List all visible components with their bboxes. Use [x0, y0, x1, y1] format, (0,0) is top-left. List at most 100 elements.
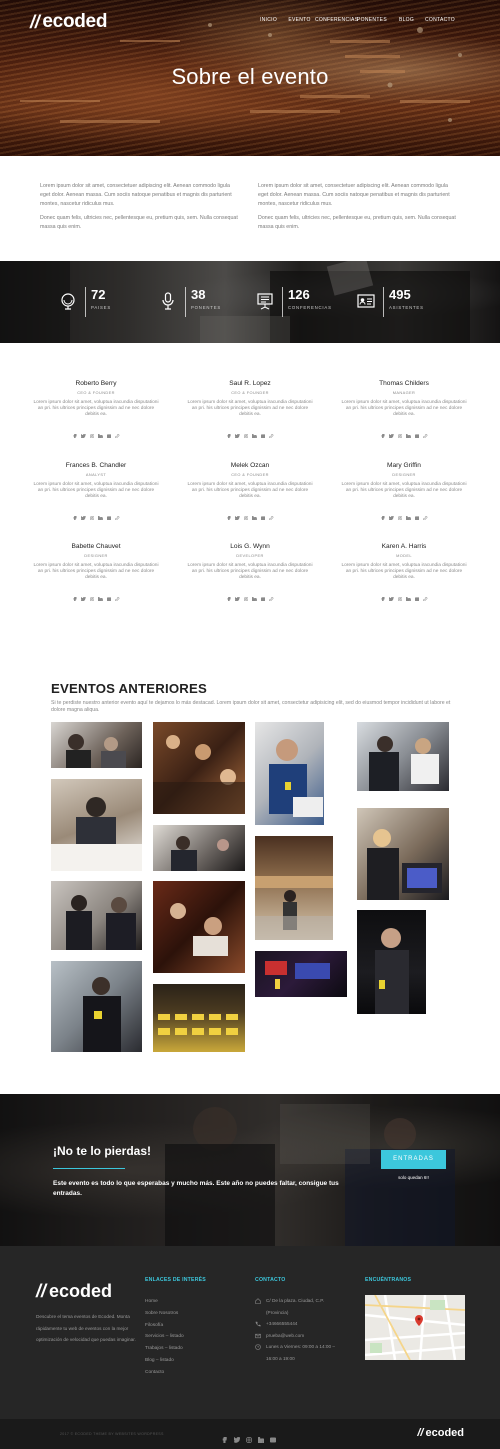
footer-logo[interactable]: // ecoded [36, 1281, 112, 1302]
linkedin-icon[interactable] [251, 588, 257, 602]
gallery-photo[interactable] [51, 779, 142, 871]
twitter-icon[interactable] [234, 507, 240, 520]
instagram-icon[interactable] [246, 1430, 252, 1443]
youtube-icon[interactable] [260, 425, 266, 438]
youtube-icon[interactable] [260, 507, 266, 520]
youtube-icon[interactable] [106, 588, 112, 601]
gallery-photo[interactable] [153, 722, 245, 814]
instagram-icon[interactable] [243, 507, 249, 520]
youtube-icon[interactable] [106, 425, 112, 438]
gallery-photo[interactable] [357, 722, 449, 791]
link-icon[interactable] [115, 588, 120, 601]
instagram-icon[interactable] [397, 588, 403, 601]
bottom-logo[interactable]: // ecoded [417, 1427, 464, 1439]
footer-link-philosophy[interactable]: Filosofía [145, 1320, 235, 1332]
instagram-icon[interactable] [243, 588, 249, 601]
facebook-icon[interactable] [73, 507, 78, 521]
footer-link-contact[interactable]: Contacto [145, 1367, 235, 1379]
link-icon[interactable] [115, 507, 120, 520]
nav-item-conferencias[interactable]: CONFERENCIAS [315, 17, 358, 23]
location-map[interactable] [365, 1295, 465, 1360]
twitter-icon[interactable] [388, 425, 394, 438]
footer-links-title: ENLACES DE INTERÉS [145, 1277, 206, 1283]
facebook-icon[interactable] [381, 507, 386, 521]
link-icon[interactable] [269, 588, 274, 601]
id-card-icon [357, 294, 375, 308]
nav-item-ponentes[interactable]: PONENTES [353, 17, 391, 23]
facebook-icon[interactable] [381, 588, 386, 602]
linkedin-icon[interactable] [405, 425, 411, 439]
linkedin-icon[interactable] [97, 425, 103, 439]
twitter-icon[interactable] [388, 507, 394, 520]
gallery-photo[interactable] [51, 961, 142, 1052]
gallery-photo[interactable] [357, 808, 449, 900]
linkedin-icon[interactable] [97, 507, 103, 521]
twitter-icon[interactable] [80, 425, 86, 438]
contact-phone-value[interactable]: +34666555444 [266, 1318, 297, 1330]
youtube-icon[interactable] [414, 588, 420, 601]
facebook-icon[interactable] [227, 588, 232, 602]
instagram-icon[interactable] [89, 507, 95, 520]
header-logo[interactable]: // ecoded [30, 11, 107, 33]
twitter-icon[interactable] [80, 588, 86, 601]
gallery-photo[interactable] [255, 722, 324, 825]
twitter-icon[interactable] [388, 588, 394, 601]
nav-item-evento[interactable]: EVENTO [284, 17, 315, 23]
twitter-icon[interactable] [234, 588, 240, 601]
youtube-icon[interactable] [106, 507, 112, 520]
twitter-icon[interactable] [80, 507, 86, 520]
gallery-photo[interactable] [357, 910, 426, 1014]
youtube-icon[interactable] [269, 1430, 277, 1443]
member-name: Lois G. Wynn [230, 543, 270, 550]
youtube-icon[interactable] [414, 507, 420, 520]
link-icon[interactable] [115, 425, 120, 438]
footer-link-works[interactable]: Trabajos – listado [145, 1343, 235, 1355]
facebook-icon[interactable] [381, 425, 386, 439]
link-icon[interactable] [423, 588, 428, 601]
link-icon[interactable] [269, 507, 274, 520]
youtube-icon[interactable] [260, 588, 266, 601]
gallery-photo[interactable] [51, 881, 142, 950]
nav-item-contacto[interactable]: CONTACTO [422, 17, 458, 23]
gallery-photo[interactable] [255, 836, 333, 940]
stat-countries: 72 PAISES [59, 287, 111, 323]
twitter-icon[interactable] [233, 1430, 241, 1443]
footer-link-home[interactable]: Home [145, 1296, 235, 1308]
instagram-icon[interactable] [89, 588, 95, 601]
tickets-button[interactable]: ENTRADAS [381, 1150, 446, 1169]
instagram-icon[interactable] [89, 425, 95, 438]
facebook-icon[interactable] [73, 425, 78, 439]
instagram-icon[interactable] [397, 425, 403, 438]
facebook-icon[interactable] [227, 507, 232, 521]
nav-item-inicio[interactable]: INICIO [253, 17, 284, 23]
contact-email-value[interactable]: prueba@web.com [266, 1330, 304, 1342]
twitter-icon[interactable] [234, 425, 240, 438]
nav-item-blog[interactable]: BLOG [391, 17, 422, 23]
facebook-icon[interactable] [73, 588, 78, 602]
linkedin-icon[interactable] [405, 588, 411, 602]
gallery-photo[interactable] [153, 825, 245, 871]
footer-link-services[interactable]: Servicios – listado [145, 1331, 235, 1343]
link-icon[interactable] [423, 507, 428, 520]
gallery-photo[interactable] [153, 984, 245, 1052]
facebook-icon[interactable] [222, 1430, 228, 1444]
linkedin-icon[interactable] [251, 507, 257, 521]
youtube-icon[interactable] [414, 425, 420, 438]
gallery-photo[interactable] [153, 881, 245, 973]
link-icon[interactable] [423, 425, 428, 438]
about-column-2: Lorem ipsum dolor sit amet, consectetuer… [258, 182, 459, 237]
gallery-photo[interactable] [255, 951, 347, 997]
linkedin-icon[interactable] [257, 1430, 265, 1444]
linkedin-icon[interactable] [97, 588, 103, 602]
link-icon[interactable] [269, 425, 274, 438]
instagram-icon[interactable] [397, 507, 403, 520]
gallery-photo[interactable] [51, 722, 142, 768]
footer-link-blog[interactable]: Blog – listado [145, 1355, 235, 1367]
instagram-icon[interactable] [243, 425, 249, 438]
footer-contact-title: CONTACTO [255, 1277, 286, 1283]
member-role: CEO & FOUNDER [231, 471, 269, 477]
linkedin-icon[interactable] [251, 425, 257, 439]
linkedin-icon[interactable] [405, 507, 411, 521]
footer-link-about[interactable]: Sobre Nosotros [145, 1308, 235, 1320]
facebook-icon[interactable] [227, 425, 232, 439]
